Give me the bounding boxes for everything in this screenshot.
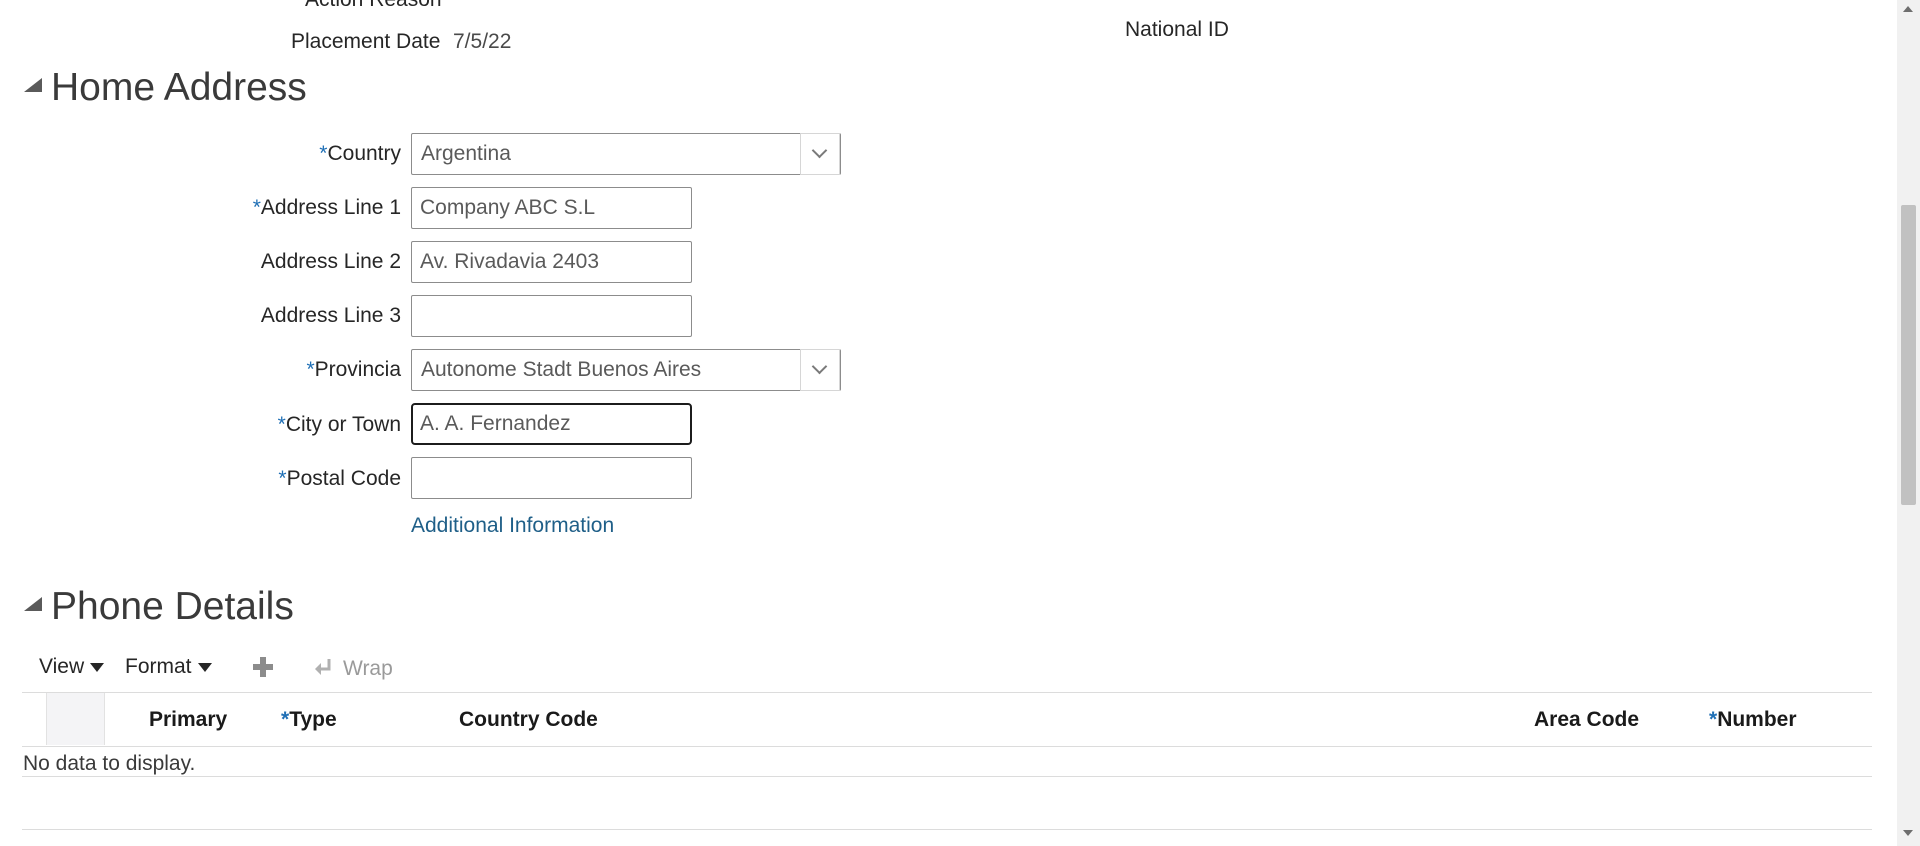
required-marker: * [278,467,287,490]
required-marker: * [277,413,286,436]
wrap-arrow-icon [315,659,331,675]
required-marker: * [252,196,261,219]
home-address-toggle-icon[interactable] [24,78,42,92]
placement-date-value: 7/5/22 [453,30,512,53]
scroll-up-icon[interactable] [1903,6,1913,12]
format-menu[interactable]: Format [125,655,212,679]
placement-date-label: Placement Date [291,30,441,53]
column-header-number[interactable]: *Number [1709,708,1797,732]
national-id-label: National ID [1125,18,1229,41]
provincia-label: *Provincia [306,358,401,381]
postal-code-input[interactable] [411,457,692,499]
provincia-dropdown-button[interactable] [800,349,840,391]
wrap-button[interactable]: Wrap [313,656,393,681]
plus-icon [253,657,273,677]
view-menu[interactable]: View [39,655,105,679]
required-marker: * [281,708,290,731]
chevron-down-icon [811,142,828,159]
column-header-area-code[interactable]: Area Code [1534,708,1639,732]
country-select[interactable]: Argentina [411,133,841,175]
column-header-primary[interactable]: Primary [149,708,227,732]
table-bottom-border [22,829,1872,830]
phone-details-toggle-icon[interactable] [24,597,42,611]
address-line-3-label: Address Line 3 [260,304,401,327]
address-line-1-label: *Address Line 1 [252,196,401,219]
provincia-value: Autonome Stadt Buenos Aires [421,358,702,381]
provincia-select[interactable]: Autonome Stadt Buenos Aires [411,349,841,391]
country-dropdown-button[interactable] [800,133,840,175]
address-line-2-label: Address Line 2 [260,250,401,273]
vertical-scrollbar[interactable] [1897,0,1920,846]
table-header-border [22,746,1872,747]
column-header-type[interactable]: *Type [281,708,337,732]
address-line-2-input[interactable] [411,241,692,283]
address-line-1-input[interactable] [411,187,692,229]
home-address-title: Home Address [51,66,307,109]
additional-information-link[interactable]: Additional Information [411,514,614,538]
scrollbar-thumb[interactable] [1901,205,1916,505]
city-input[interactable] [411,403,692,445]
address-line-3-input[interactable] [411,295,692,337]
caret-down-icon [90,662,105,672]
country-value: Argentina [421,142,511,165]
postal-code-label: *Postal Code [278,467,401,490]
add-row-button[interactable] [251,655,275,679]
chevron-down-icon [811,358,828,375]
city-label: *City or Town [277,413,401,436]
scroll-down-icon[interactable] [1903,830,1913,836]
no-data-text: No data to display. [23,752,196,775]
table-top-border [22,692,1872,693]
row-selector-header[interactable] [46,693,105,745]
country-label: *Country [319,142,401,165]
required-marker: * [306,358,315,381]
phone-details-title: Phone Details [51,585,294,628]
caret-down-icon [197,662,212,672]
column-header-country-code[interactable]: Country Code [459,708,598,732]
required-marker: * [1709,708,1718,731]
action-reason-label: Action Reason [305,0,442,12]
table-row-border [22,776,1872,777]
